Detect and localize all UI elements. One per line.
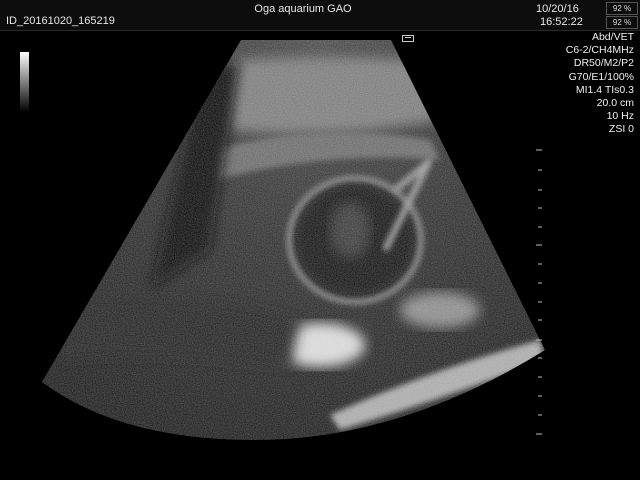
param-depth: 20.0 cm bbox=[596, 97, 634, 110]
probe-orientation-icon bbox=[402, 35, 414, 42]
param-preset: Abd/VET bbox=[591, 31, 634, 43]
grayscale-bar-icon bbox=[20, 52, 29, 112]
param-dynamic-range: DR50/M2/P2 bbox=[573, 57, 634, 70]
param-mechanical-index: MI1.4 TIs0.3 bbox=[575, 83, 634, 96]
param-probe: C6-2/CH4MHz bbox=[565, 44, 634, 57]
indicator-2: 92 % bbox=[606, 16, 638, 29]
param-gain: G70/E1/100% bbox=[568, 70, 634, 83]
indicator-1: 92 % bbox=[606, 2, 638, 15]
header-bar: ID_20161020_165219 Oga aquarium GAO 10/2… bbox=[0, 0, 640, 31]
depth-scale bbox=[536, 149, 542, 435]
param-frame-rate: 10 Hz bbox=[606, 110, 634, 123]
acquisition-parameters: Abd/VET C6-2/CH4MHz DR50/M2/P2 G70/E1/10… bbox=[514, 31, 634, 137]
exam-title: Oga aquarium GAO bbox=[254, 3, 352, 15]
param-zsi: ZSI 0 bbox=[608, 123, 634, 136]
patient-id: ID_20161020_165219 bbox=[6, 15, 115, 27]
exam-date: 10/20/16 bbox=[536, 3, 579, 15]
exam-time: 16:52:22 bbox=[540, 16, 583, 28]
